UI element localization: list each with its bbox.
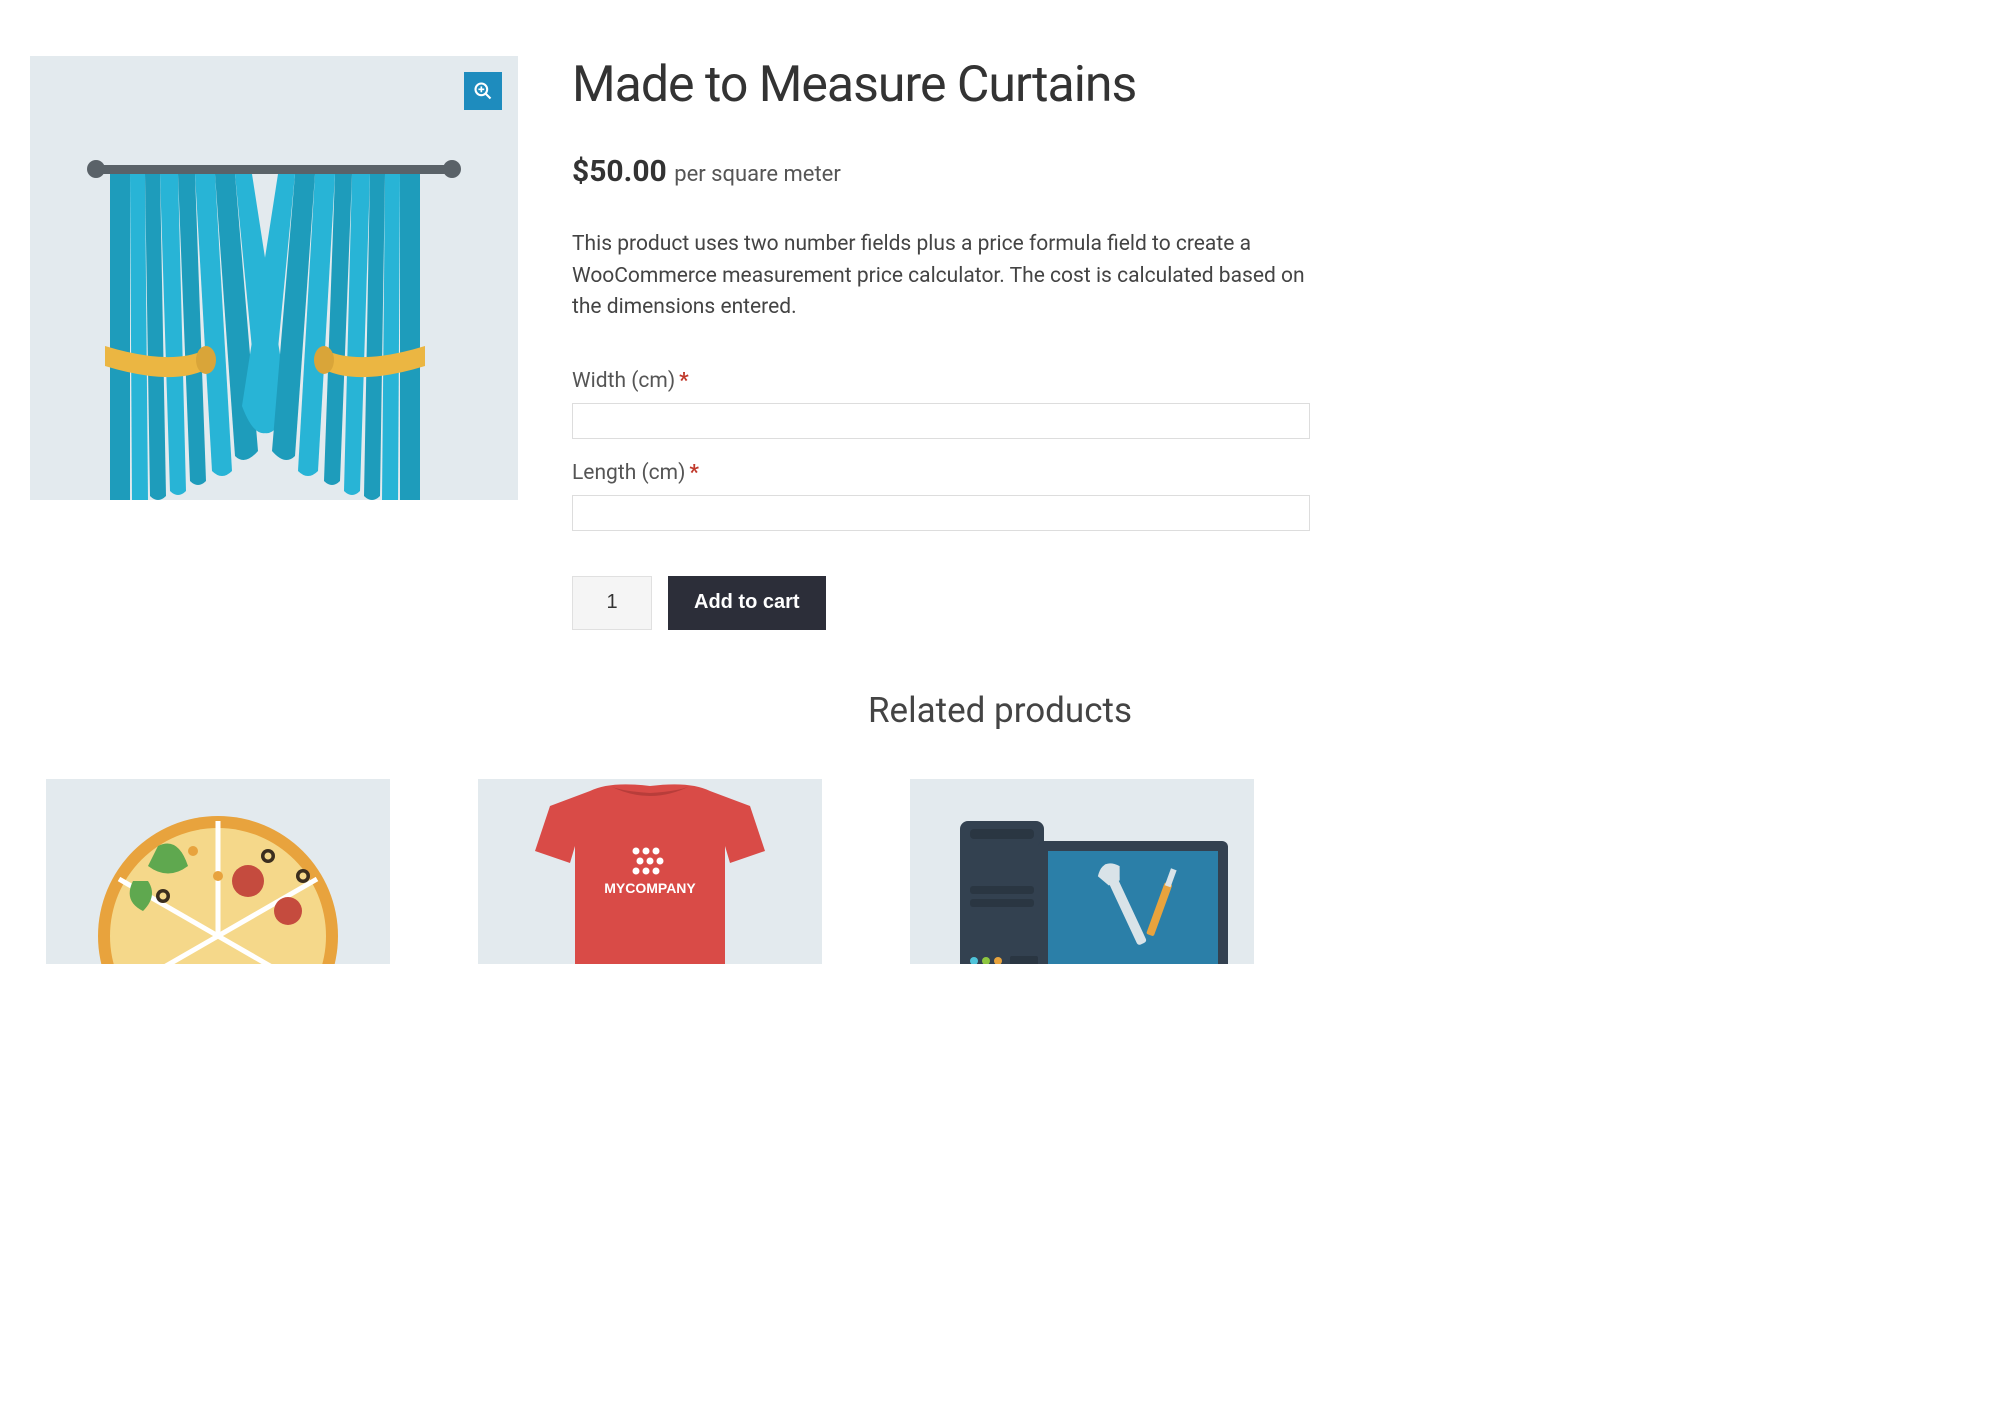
related-products-heading: Related products bbox=[30, 690, 1970, 731]
add-to-cart-button[interactable]: Add to cart bbox=[668, 576, 826, 630]
product-title: Made to Measure Curtains bbox=[572, 56, 1310, 114]
zoom-icon[interactable] bbox=[464, 72, 502, 110]
product-description: This product uses two number fields plus… bbox=[572, 229, 1310, 324]
price-amount: $50.00 bbox=[572, 154, 667, 189]
width-label: Width (cm)* bbox=[572, 369, 1310, 393]
length-label: Length (cm)* bbox=[572, 461, 1310, 485]
related-product-tshirt[interactable]: MYCOMPANY bbox=[478, 779, 822, 964]
quantity-input[interactable] bbox=[572, 576, 652, 630]
product-price: $50.00 per square meter bbox=[572, 154, 1310, 189]
product-image[interactable] bbox=[30, 56, 518, 500]
length-input[interactable] bbox=[572, 495, 1310, 531]
price-suffix: per square meter bbox=[674, 162, 841, 187]
related-product-computer[interactable] bbox=[910, 779, 1254, 964]
curtain-illustration bbox=[30, 56, 518, 500]
svg-text:MYCOMPANY: MYCOMPANY bbox=[604, 880, 696, 896]
related-product-pizza[interactable] bbox=[46, 779, 390, 964]
required-asterisk: * bbox=[679, 369, 689, 393]
required-asterisk: * bbox=[689, 461, 699, 485]
width-input[interactable] bbox=[572, 403, 1310, 439]
